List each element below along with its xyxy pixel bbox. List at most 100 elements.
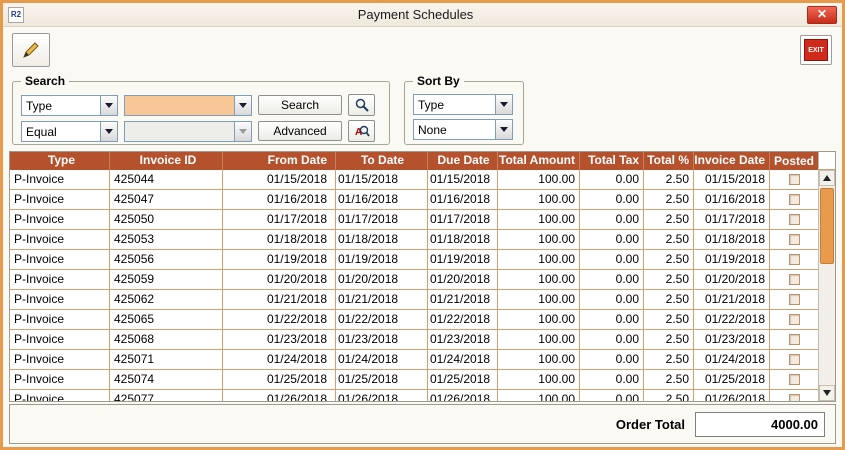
posted-checkbox[interactable] [789,174,800,185]
scrollbar-track[interactable] [819,186,835,385]
posted-checkbox[interactable] [789,234,800,245]
cell-invoice-date: 01/18/2018 [694,230,770,249]
chevron-down-icon[interactable] [100,96,117,115]
search-icon-button[interactable] [348,94,375,116]
posted-checkbox[interactable] [789,254,800,265]
cell-from-date: 01/20/2018 [223,270,336,289]
scroll-down-button[interactable] [819,385,835,401]
cell-total-amount: 100.00 [498,330,580,349]
chevron-down-icon[interactable] [495,95,512,114]
chevron-down-icon[interactable] [495,120,512,139]
cell-total-amount: 100.00 [498,350,580,369]
posted-checkbox[interactable] [789,294,800,305]
advanced-button[interactable]: Advanced [258,121,342,141]
vertical-scrollbar[interactable] [818,152,835,401]
cell-total-amount: 100.00 [498,210,580,229]
table-row[interactable]: P-Invoice42507101/24/201801/24/201801/24… [10,350,818,370]
close-icon: ✕ [817,7,827,21]
cell-to-date: 01/19/2018 [336,250,428,269]
scroll-up-button[interactable] [819,170,835,186]
posted-checkbox[interactable] [789,334,800,345]
cell-total-tax: 0.00 [580,170,644,189]
exit-button[interactable]: EXIT [800,35,832,65]
table-row[interactable]: P-Invoice42505001/17/201801/17/201801/17… [10,210,818,230]
column-header-from-date[interactable]: From Date [223,152,336,170]
cell-total-pct: 2.50 [644,210,694,229]
column-header-invoice-date[interactable]: Invoice Date [694,152,770,170]
column-header-total-amount[interactable]: Total Amount [498,152,580,170]
posted-checkbox[interactable] [789,274,800,285]
cell-total-pct: 2.50 [644,230,694,249]
cell-posted [770,390,818,401]
search-button[interactable]: Search [258,95,342,115]
sort-primary-dropdown[interactable]: Type [413,94,513,115]
grid-header-row: Type Invoice ID From Date To Date Due Da… [10,152,818,170]
chevron-down-icon[interactable] [100,122,117,141]
table-row[interactable]: P-Invoice42507401/25/201801/25/201801/25… [10,370,818,390]
edit-button[interactable] [12,33,50,67]
cell-invoice-id: 425065 [110,310,223,329]
cell-posted [770,170,818,189]
chevron-down-icon[interactable] [234,96,251,115]
cell-total-amount: 100.00 [498,270,580,289]
table-row[interactable]: P-Invoice42506501/22/201801/22/201801/22… [10,310,818,330]
posted-checkbox[interactable] [789,314,800,325]
column-header-to-date[interactable]: To Date [336,152,428,170]
search-group-label: Search [21,74,69,88]
posted-checkbox[interactable] [789,194,800,205]
search-icon [354,97,370,113]
cell-posted [770,290,818,309]
cell-from-date: 01/22/2018 [223,310,336,329]
cell-invoice-date: 01/15/2018 [694,170,770,189]
sort-secondary-dropdown[interactable]: None [413,119,513,140]
scrollbar-thumb[interactable] [820,188,834,264]
posted-checkbox[interactable] [789,374,800,385]
table-row[interactable]: P-Invoice42507701/26/201801/26/201801/26… [10,390,818,401]
cell-invoice-date: 01/26/2018 [694,390,770,401]
search-field-dropdown[interactable]: Type [21,95,118,116]
cell-invoice-date: 01/23/2018 [694,330,770,349]
toolbar: EXIT [3,27,842,73]
posted-checkbox[interactable] [789,394,800,401]
posted-checkbox[interactable] [789,214,800,225]
cell-total-pct: 2.50 [644,390,694,401]
table-row[interactable]: P-Invoice42505601/19/201801/19/201801/19… [10,250,818,270]
column-header-total-tax[interactable]: Total Tax [580,152,644,170]
cell-invoice-date: 01/16/2018 [694,190,770,209]
column-header-posted[interactable]: Posted [770,152,818,170]
cell-due-date: 01/18/2018 [428,230,498,249]
cell-due-date: 01/17/2018 [428,210,498,229]
cell-total-tax: 0.00 [580,270,644,289]
column-header-type[interactable]: Type [10,152,110,170]
cell-posted [770,370,818,389]
table-row[interactable]: P-Invoice42504701/16/201801/16/201801/16… [10,190,818,210]
table-row[interactable]: P-Invoice42504401/15/201801/15/201801/15… [10,170,818,190]
table-row[interactable]: P-Invoice42506801/23/201801/23/201801/23… [10,330,818,350]
table-row[interactable]: P-Invoice42505901/20/201801/20/201801/20… [10,270,818,290]
posted-checkbox[interactable] [789,354,800,365]
cell-from-date: 01/26/2018 [223,390,336,401]
order-total-label: Order Total [616,417,685,432]
sort-primary-value: Type [414,95,495,114]
search-value2-text [125,122,234,141]
cell-posted [770,190,818,209]
cell-to-date: 01/26/2018 [336,390,428,401]
cell-type: P-Invoice [10,170,110,189]
cell-invoice-date: 01/21/2018 [694,290,770,309]
table-row[interactable]: P-Invoice42506201/21/201801/21/201801/21… [10,290,818,310]
advanced-search-icon-button[interactable]: A [348,120,375,142]
cell-invoice-id: 425071 [110,350,223,369]
column-header-due-date[interactable]: Due Date [428,152,498,170]
filter-area: Search Type Search [3,73,842,151]
cell-invoice-id: 425056 [110,250,223,269]
column-header-total-pct[interactable]: Total % [644,152,694,170]
close-button[interactable]: ✕ [807,6,837,24]
table-row[interactable]: P-Invoice42505301/18/201801/18/201801/18… [10,230,818,250]
search-value-dropdown[interactable] [124,95,252,116]
column-header-invoice-id[interactable]: Invoice ID [110,152,223,170]
cell-type: P-Invoice [10,230,110,249]
cell-type: P-Invoice [10,290,110,309]
search-group: Search Type Search [12,81,390,145]
search-operator-dropdown[interactable]: Equal [21,121,118,142]
cell-total-amount: 100.00 [498,230,580,249]
